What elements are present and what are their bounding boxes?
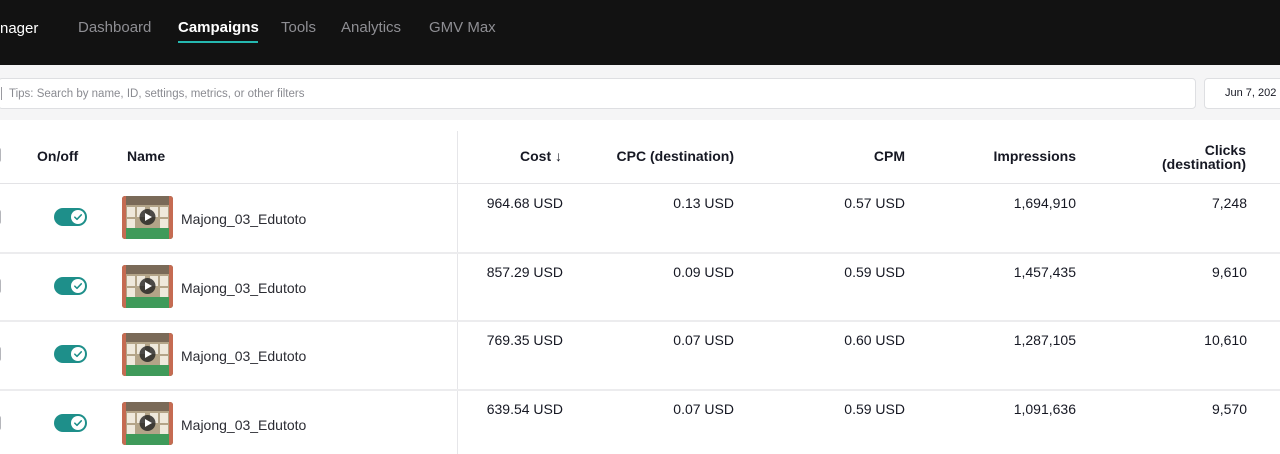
- cell-cpc: 0.07 USD: [673, 400, 734, 417]
- campaign-name[interactable]: Majong_03_Edutoto: [181, 280, 306, 296]
- cell-cost: 769.35 USD: [486, 332, 563, 348]
- campaign-toggle[interactable]: [54, 345, 87, 363]
- nav-dashboard[interactable]: Dashboard: [78, 19, 151, 36]
- cell-cpm: 0.59 USD: [844, 400, 905, 417]
- active-tab-indicator: [178, 41, 258, 43]
- column-header-onoff[interactable]: On/off: [37, 148, 78, 164]
- nav-analytics[interactable]: Analytics: [341, 19, 401, 36]
- filter-bar: Jun 7, 202: [0, 65, 1280, 120]
- row-checkbox[interactable]: [0, 278, 1, 293]
- row-checkbox[interactable]: [0, 415, 1, 430]
- cell-cpc: 0.13 USD: [673, 195, 734, 211]
- campaign-name[interactable]: Majong_03_Edutoto: [181, 211, 306, 227]
- column-header-cpm[interactable]: CPM: [804, 148, 905, 164]
- check-icon: [74, 419, 83, 426]
- column-header-name[interactable]: Name: [127, 148, 165, 164]
- nav-gmv-max[interactable]: GMV Max: [429, 19, 496, 36]
- cell-impressions: 1,457,435: [1013, 263, 1076, 280]
- toggle-knob: [71, 347, 85, 361]
- campaign-toggle[interactable]: [54, 208, 87, 226]
- cell-cost: 857.29 USD: [486, 263, 563, 280]
- toggle-knob: [71, 278, 85, 293]
- ad-thumbnail[interactable]: [122, 333, 173, 376]
- toggle-knob: [71, 415, 85, 430]
- cell-cpc: 0.07 USD: [673, 332, 734, 348]
- header-divider: [0, 183, 1280, 184]
- cell-impressions: 1,287,105: [1013, 332, 1076, 348]
- ad-thumbnail[interactable]: [122, 401, 173, 445]
- date-range-picker[interactable]: Jun 7, 202: [1204, 78, 1280, 109]
- cell-clicks: 7,248: [1211, 195, 1247, 211]
- search-input[interactable]: [9, 79, 1179, 108]
- check-icon: [74, 282, 83, 289]
- cell-impressions: 1,091,636: [1013, 400, 1076, 417]
- cell-cpm: 0.60 USD: [844, 332, 905, 348]
- campaign-toggle[interactable]: [54, 413, 87, 432]
- app-brand[interactable]: nager: [0, 20, 38, 37]
- row-divider: [0, 320, 1280, 322]
- column-header-cost[interactable]: Cost ↓: [460, 148, 562, 164]
- check-icon: [74, 214, 83, 221]
- ad-thumbnail[interactable]: [122, 264, 173, 308]
- cell-clicks: 10,610: [1204, 332, 1247, 348]
- row-checkbox[interactable]: [0, 347, 1, 361]
- cell-cost: 964.68 USD: [486, 195, 563, 211]
- row-checkbox[interactable]: [0, 210, 1, 224]
- row-divider: [0, 251, 1280, 254]
- column-header-cpc[interactable]: CPC (destination): [573, 148, 734, 164]
- text-cursor: [1, 87, 2, 100]
- play-icon: [122, 196, 173, 239]
- cell-cpc: 0.09 USD: [673, 263, 734, 280]
- cell-impressions: 1,694,910: [1013, 195, 1076, 211]
- cell-cost: 639.54 USD: [486, 400, 563, 417]
- campaign-name[interactable]: Majong_03_Edutoto: [181, 417, 306, 433]
- cell-cpm: 0.59 USD: [844, 263, 905, 280]
- check-icon: [74, 351, 83, 358]
- cell-cpm: 0.57 USD: [844, 195, 905, 211]
- play-icon: [122, 264, 173, 308]
- ad-thumbnail[interactable]: [122, 196, 173, 239]
- nav-campaigns[interactable]: Campaigns: [178, 19, 259, 36]
- play-icon: [122, 333, 173, 376]
- play-icon: [122, 401, 173, 445]
- nav-tools[interactable]: Tools: [281, 19, 316, 36]
- campaign-toggle[interactable]: [54, 276, 87, 295]
- campaign-name[interactable]: Majong_03_Edutoto: [181, 348, 306, 364]
- row-divider: [0, 388, 1280, 391]
- column-header-clicks-subtitle[interactable]: (destination): [1120, 156, 1246, 172]
- cell-clicks: 9,610: [1211, 263, 1247, 280]
- top-navigation: nager Dashboard Campaigns Tools Analytic…: [0, 0, 1280, 65]
- column-header-impressions[interactable]: Impressions: [946, 148, 1076, 164]
- search-box[interactable]: [0, 78, 1196, 109]
- cell-clicks: 9,570: [1211, 400, 1247, 417]
- campaign-table: On/off Name Cost ↓ CPC (destination) CPM…: [0, 131, 1280, 454]
- select-all-checkbox[interactable]: [0, 148, 1, 162]
- toggle-knob: [71, 210, 85, 224]
